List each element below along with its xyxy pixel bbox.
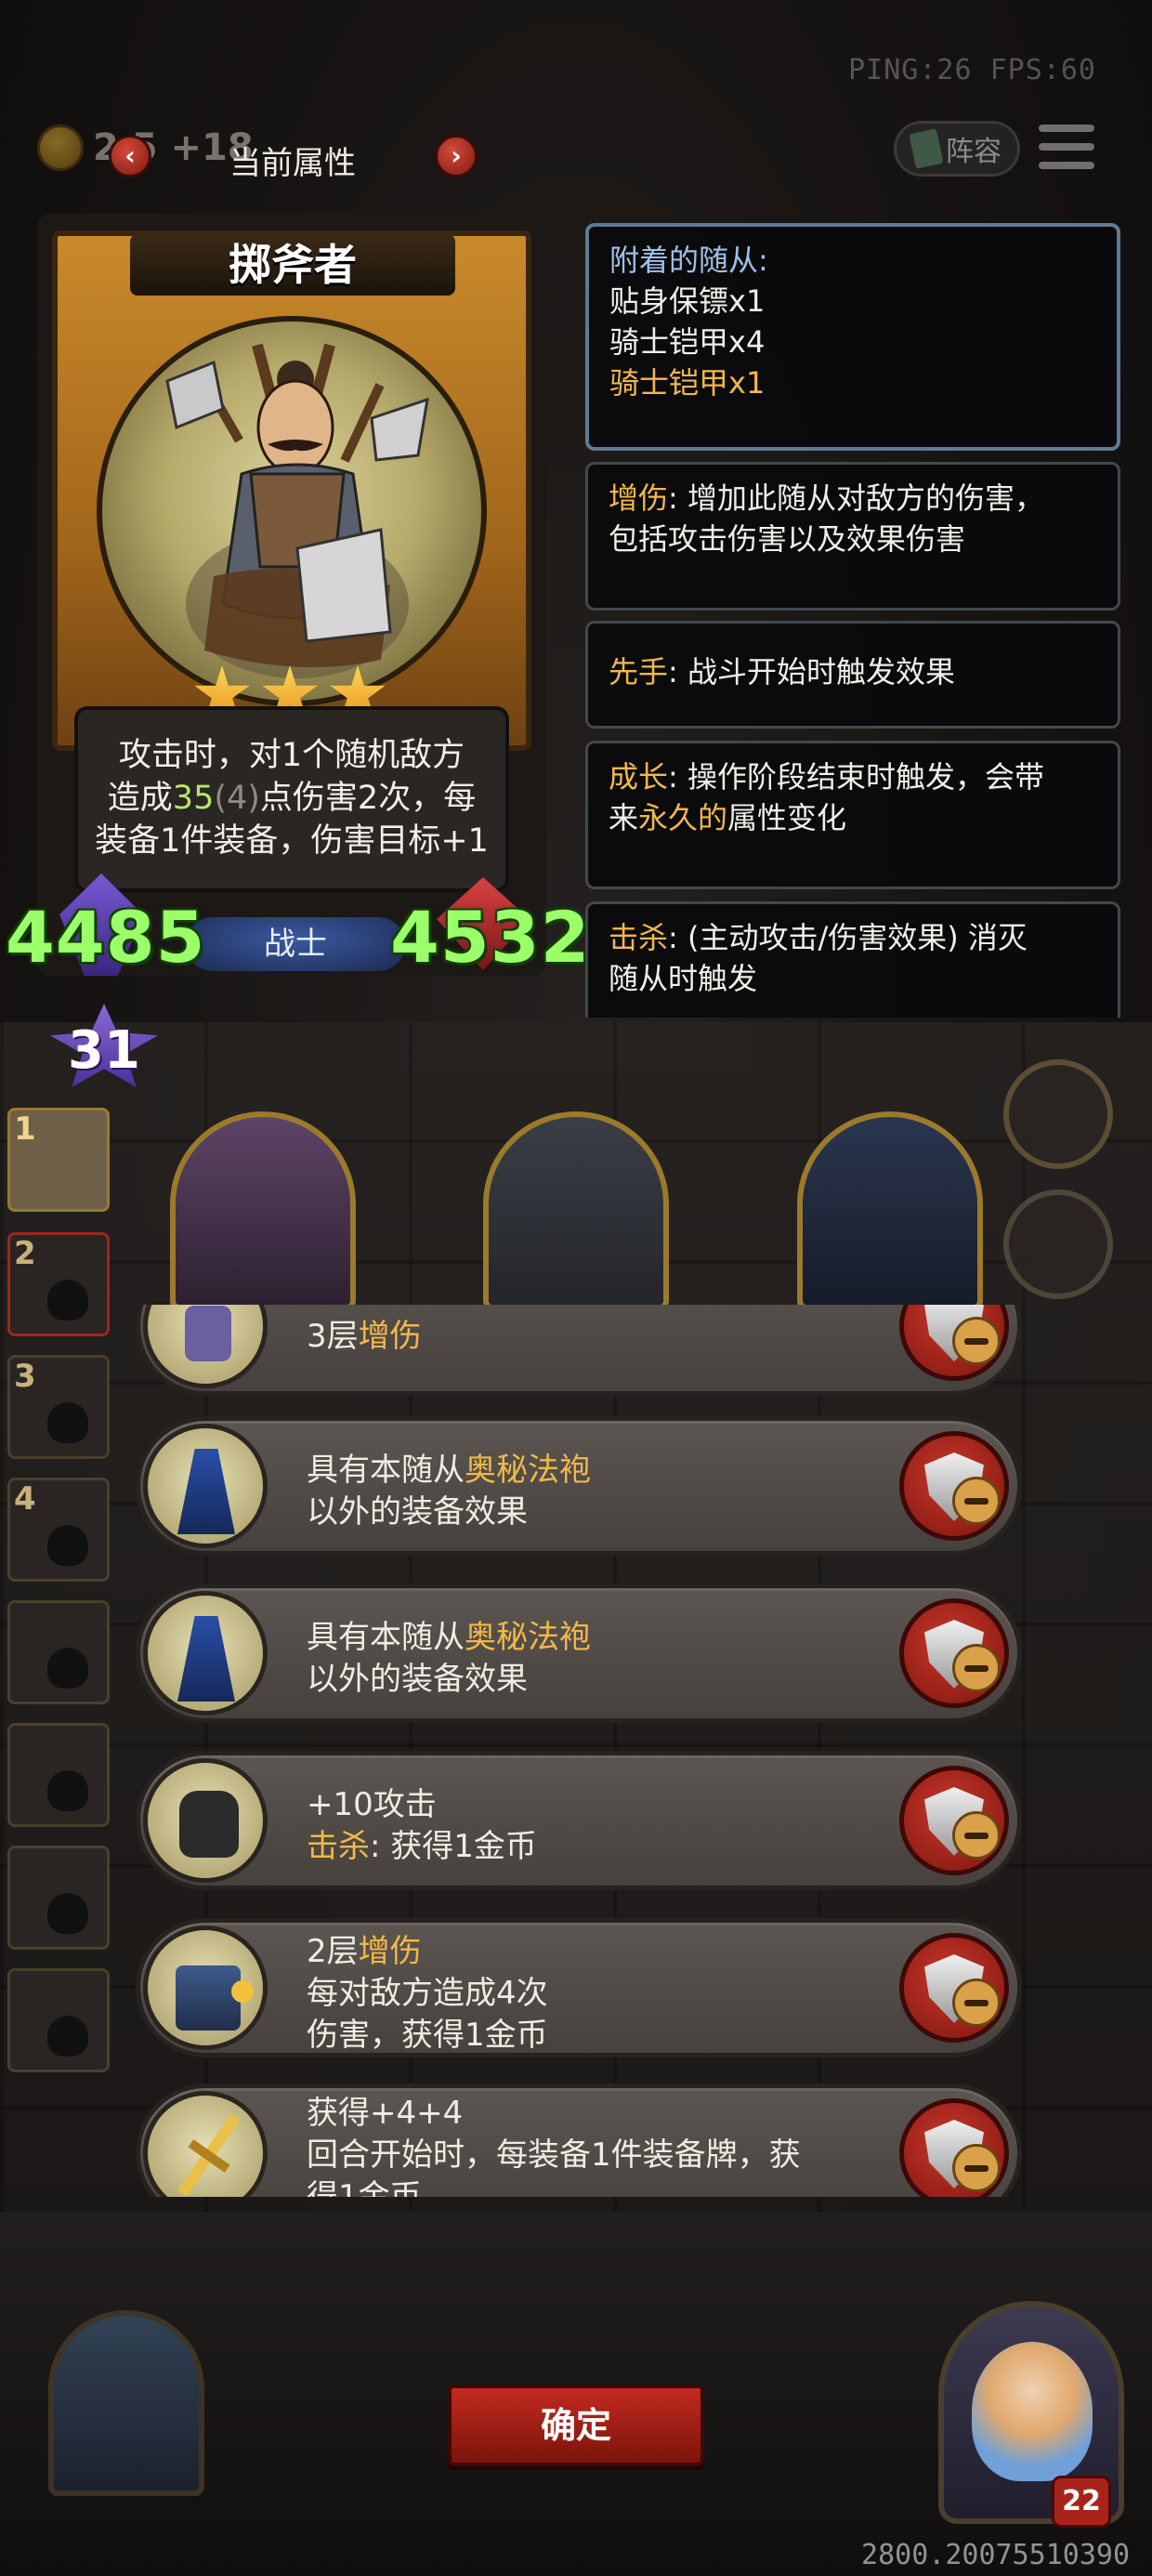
base-damage-value: (4) [214,780,260,817]
minus-icon [952,2144,1001,2192]
skull-icon [47,1893,88,1934]
lineup-hero-1[interactable] [170,1111,356,1310]
unequip-button[interactable] [899,1933,1009,2043]
keyword-growth-panel: 成长: 操作阶段结束时触发，会带 来永久的属性变化 [585,741,1120,889]
player-avatar [972,2342,1093,2481]
minion-class: 战士 [186,917,405,971]
skull-icon [47,1525,88,1566]
team-button[interactable]: 阵容 [894,121,1020,177]
minus-icon [952,1811,1001,1860]
black-glove-icon [143,1758,268,1883]
equipment-text: 2层增伤 每对敌方造成4次 伤害，获得1金币 [307,1933,548,2054]
attached-item: 骑士铠甲x1 [609,365,766,401]
equipment-row-background [136,1918,1022,2057]
keyword-term: 成长 [609,759,669,795]
minus-icon [952,1477,1001,1525]
roster-slot-8[interactable] [7,1968,110,2072]
card-deck-icon [909,128,944,169]
pocket-watch-icon[interactable] [1003,1059,1113,1169]
gold-coin-icon [37,125,84,171]
arcane-robe-icon [143,1424,268,1548]
level-value: 31 [68,1020,140,1081]
keyword-term: 增伤 [609,480,669,516]
roster-slot-2[interactable]: 2 [7,1232,110,1336]
equipment-row-background [136,1751,1022,1890]
axe-thrower-character-art [165,343,429,678]
lineup-hero-2[interactable] [483,1111,669,1310]
hamburger-line [1039,143,1094,151]
version-code: 2800.20075510390 [861,2539,1130,2571]
minus-icon [952,1978,1001,2027]
arcane-robe-icon [143,1591,268,1715]
equipment-list[interactable]: 3层增伤 具有本随从奥秘法袍 以外的装备效果 具有本随从奥秘法袍 以外的装备效果… [136,1305,1028,2197]
keyword-term: 击杀 [609,920,669,955]
page-title: 当前属性 [229,145,356,182]
lineup-hero-3[interactable] [797,1111,983,1310]
attached-label: 附着的随从: [609,243,768,278]
equipment-row: 具有本随从奥秘法袍 以外的装备效果 [136,1409,1022,1559]
minus-icon [952,1317,1001,1365]
description-line: 攻击时，对1个随机敌方 [118,737,465,774]
next-minion-button[interactable]: › [435,135,478,177]
minion-name: 掷斧者 [130,234,455,296]
opponent-portrait[interactable] [48,2310,204,2496]
equipment-row: +10攻击 击杀: 获得1金币 [136,1743,1022,1894]
roster-slot-3[interactable]: 3 [7,1355,110,1459]
skull-icon [47,1402,88,1443]
equipment-text: 具有本随从奥秘法袍 以外的装备效果 [307,1452,591,1531]
description-line: 造成35(4)点伤害2次，每 [107,780,477,817]
skull-icon [47,1280,88,1321]
skull-icon [47,1770,88,1811]
treasure-gadget-icon [143,1925,268,2050]
drill-icon[interactable] [1003,1189,1113,1299]
keyword-kill-panel: 击杀: (主动攻击/伤害效果) 消灭 随从时触发 [585,901,1120,1018]
equipment-row: 具有本随从奥秘法袍 以外的装备效果 [136,1576,1022,1727]
attached-item: 骑士铠甲x4 [609,324,766,360]
unequip-button[interactable] [899,1766,1009,1875]
equipment-row: 获得+4+4 回合开始时，每装备1件装备牌，获 得1金币 [136,2076,1022,2197]
skull-icon [47,1648,88,1689]
team-button-label: 阵容 [946,136,1001,168]
keyword-first-strike-panel: 先手: 战斗开始时触发效果 [585,621,1120,729]
menu-button[interactable] [1039,119,1094,175]
roster-slot-6[interactable] [7,1723,110,1827]
equipment-text: 获得+4+4 回合开始时，每装备1件装备牌，获 得1金币 [307,2095,801,2197]
roster-slot-7[interactable] [7,1846,110,1950]
minion-description: 攻击时，对1个随机敌方 造成35(4)点伤害2次，每 装备1件装备，伤害目标+1 [78,734,505,862]
player-health-badge: 22 [1052,2476,1111,2528]
health-value: 4532 [390,896,591,979]
unequip-button[interactable] [899,2098,1009,2197]
equipment-row: 2层增伤 每对敌方造成4次 伤害，获得1金币 [136,1911,1022,2061]
equipment-text: 具有本随从奥秘法袍 以外的装备效果 [307,1619,591,1698]
equipment-text: +10攻击 击杀: 获得1金币 [307,1786,537,1865]
roster-slot-1[interactable]: 1 [7,1108,110,1212]
confirm-button[interactable]: 确定 [448,2385,704,2466]
minus-icon [952,1644,1001,1692]
keyword-damage-boost-panel: 增伤: 增加此随从对敌方的伤害， 包括攻击伤害以及效果伤害 [585,462,1120,611]
roster-slot-5[interactable] [7,1600,110,1704]
damage-value: 35 [172,780,215,817]
hamburger-line [1039,162,1094,169]
unequip-button[interactable] [899,1431,1009,1541]
ping-fps-readout: PING:26 FPS:60 [848,54,1096,86]
description-line: 装备1件装备，伤害目标+1 [95,822,489,860]
roster-slot-4[interactable]: 4 [7,1478,110,1582]
previous-minion-button[interactable]: ‹ [109,135,151,177]
attached-minions-panel: 附着的随从: 贴身保镖x1 骑士铠甲x4 骑士铠甲x1 [585,223,1120,451]
attached-item: 贴身保镖x1 [609,283,766,319]
equipment-row-background [136,1305,1022,1396]
keyword-term: 先手 [609,654,669,690]
attack-value: 4485 [6,896,206,979]
skull-icon [47,2016,88,2057]
equipment-row: 3层增伤 [136,1305,1022,1400]
unequip-button[interactable] [899,1598,1009,1708]
equipment-text: 3层增伤 [307,1318,422,1355]
hamburger-line [1039,125,1094,132]
